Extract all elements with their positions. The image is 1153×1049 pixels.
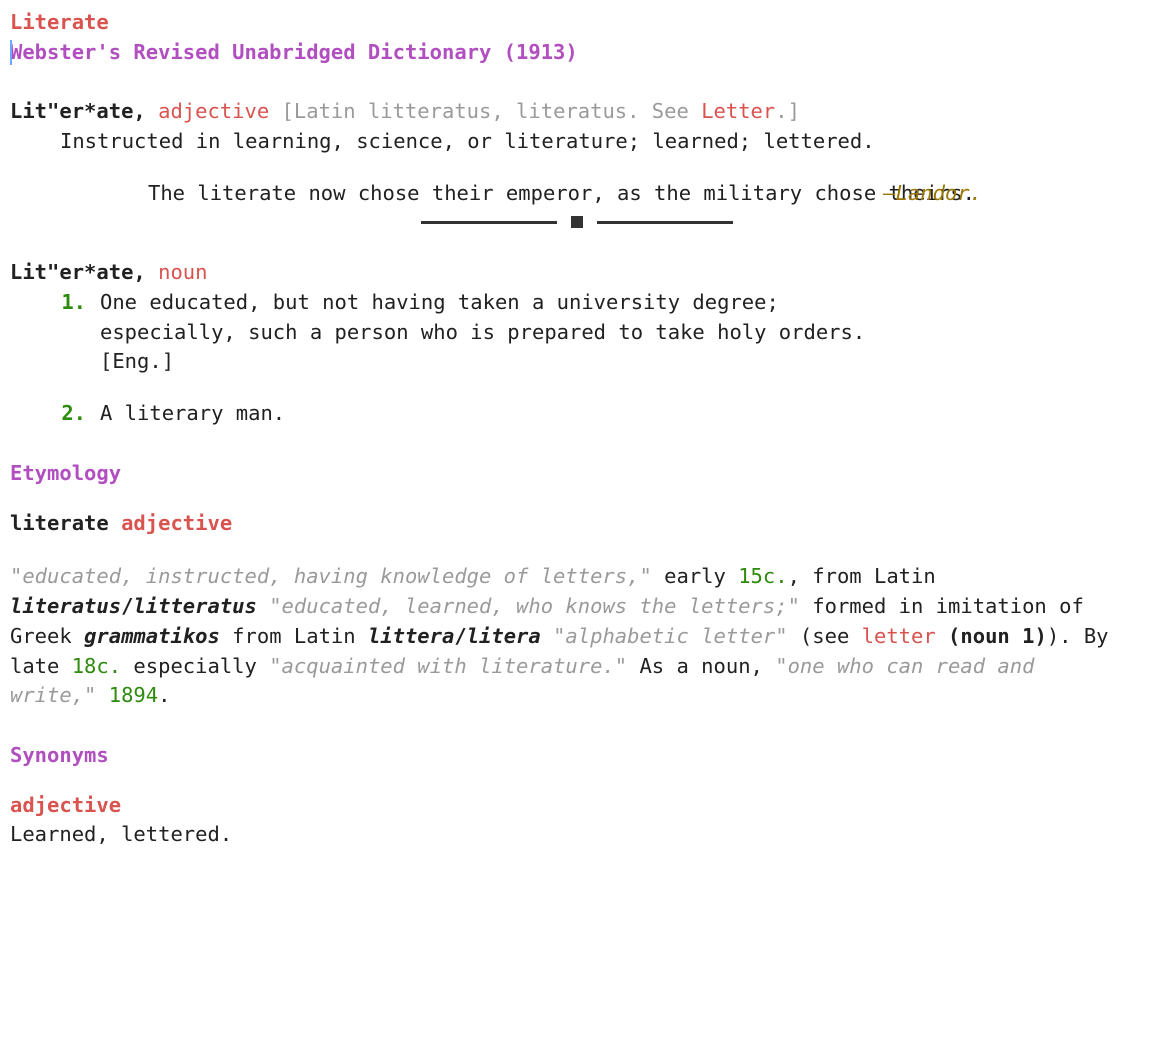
ety-date: 18c.	[72, 654, 121, 678]
ety-date: 15c.	[738, 564, 787, 588]
etymology-bracket: [Latin litteratus, literatus. See Letter…	[282, 99, 800, 123]
quotation-block: The literate now chose their emperor, as…	[10, 179, 982, 208]
entry-divider-icon	[10, 216, 1143, 228]
noun-sense-2: 2. A literary man.	[10, 399, 910, 429]
latin-term: literatus	[10, 594, 121, 618]
part-of-speech: noun	[158, 260, 207, 284]
synonyms-pos: adjective	[10, 791, 1143, 821]
latin-term: litteratus	[133, 594, 256, 618]
sense-number: 2.	[60, 399, 86, 429]
entry-noun-head: Lit"er*ate, noun	[10, 258, 1143, 288]
cross-ref-letter[interactable]: letter	[862, 624, 936, 648]
definition-adjective: Instructed in learning, science, or lite…	[10, 127, 890, 157]
quotation-text: The literate now chose their emperor, as…	[148, 179, 982, 209]
cross-ref-letter[interactable]: Letter	[701, 99, 775, 123]
sense-text: A literary man.	[100, 399, 910, 429]
ety-gloss: "educated, instructed, having knowledge …	[10, 564, 652, 588]
section-synonyms-heading: Synonyms	[10, 741, 1143, 771]
etymology-word-line: literate adjective	[10, 509, 1143, 539]
etymology-body: "educated, instructed, having knowledge …	[10, 562, 1130, 711]
etymology-word: literate	[10, 511, 109, 535]
entry-adjective-head: Lit"er*ate, adjective [Latin litteratus,…	[10, 97, 1143, 127]
greek-term: grammatikos	[84, 624, 220, 648]
ety-gloss: "educated, learned, who knows the letter…	[269, 594, 800, 618]
latin-term: litera	[467, 624, 541, 648]
entry-headword: Lit"er*ate	[10, 99, 133, 123]
ety-gloss: "acquainted with literature."	[269, 654, 627, 678]
latin-term: littera	[368, 624, 454, 648]
entry-headword: Lit"er*ate	[10, 260, 133, 284]
text-cursor-icon	[10, 40, 12, 66]
noun-sense-1: 1. One educated, but not having taken a …	[10, 288, 910, 377]
subtitle-text: Webster's Revised Unabridged Dictionary …	[10, 40, 578, 64]
synonyms-body: adjective Learned, lettered.	[10, 791, 1143, 850]
dictionary-subtitle: Webster's Revised Unabridged Dictionary …	[10, 38, 1143, 68]
part-of-speech: adjective	[158, 99, 269, 123]
synonyms-text: Learned, lettered.	[10, 820, 1143, 850]
section-etymology-heading: Etymology	[10, 459, 1143, 489]
sense-number: 1.	[60, 288, 86, 377]
sense-text: One educated, but not having taken a uni…	[100, 288, 910, 377]
ety-date: 1894	[109, 683, 158, 707]
ety-gloss: "alphabetic letter"	[553, 624, 788, 648]
part-of-speech: adjective	[121, 511, 232, 535]
headword-title: Literate	[10, 8, 1143, 38]
